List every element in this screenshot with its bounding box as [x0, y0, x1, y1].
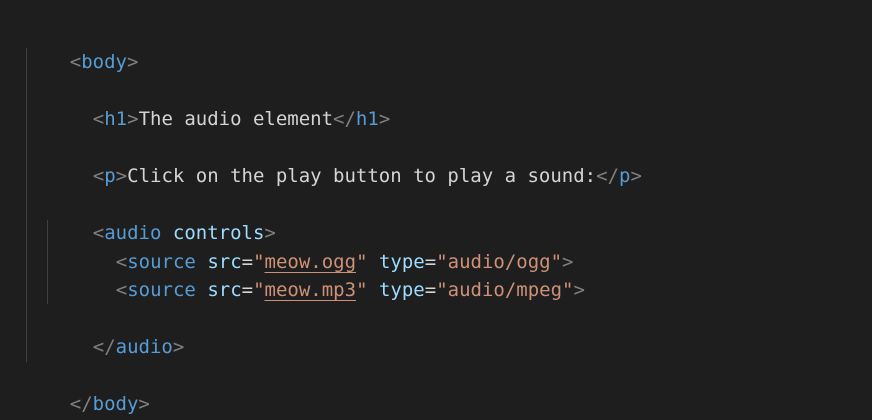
tag-name: h1: [104, 108, 128, 130]
quote: ": [356, 279, 368, 301]
attribute-name: type: [378, 279, 425, 301]
angle-bracket: <: [115, 279, 128, 301]
angle-bracket: </: [333, 108, 356, 130]
code-line-1: <body>: [24, 20, 139, 73]
angle-bracket: >: [630, 165, 642, 187]
tag-name: body: [92, 393, 139, 415]
code-line-9: <source src="meow.mp3" type="audio/mpeg"…: [70, 248, 585, 301]
code-line-3: <h1>The audio element</h1>: [47, 77, 391, 130]
equals-sign: =: [424, 279, 437, 301]
code-line-11: </audio>: [47, 305, 185, 358]
angle-bracket: </: [596, 165, 620, 187]
tag-name: body: [81, 51, 127, 73]
equals-sign: =: [241, 279, 254, 301]
quote: ": [562, 279, 574, 301]
p-text: Click on the play button to play a sound…: [127, 165, 597, 187]
h1-text: The audio element: [138, 108, 334, 130]
quote: ": [436, 279, 448, 301]
angle-bracket: </: [92, 336, 116, 358]
tag-name: audio: [115, 336, 173, 358]
code-line-5: <p>Click on the play button to play a so…: [47, 134, 642, 187]
angle-bracket: <: [69, 51, 82, 73]
angle-bracket: >: [126, 51, 139, 73]
quote: ": [253, 279, 265, 301]
src-link[interactable]: meow.mp3: [265, 279, 357, 301]
tag-name: source: [127, 279, 196, 301]
angle-bracket: >: [378, 108, 391, 130]
angle-bracket: >: [138, 393, 150, 415]
attribute-name: src: [207, 279, 242, 301]
code-line-7: <audio controls>: [47, 191, 276, 244]
angle-bracket: </: [69, 393, 93, 415]
tag-name: p: [104, 165, 116, 187]
angle-bracket: >: [115, 165, 128, 187]
angle-bracket: <: [92, 108, 105, 130]
attribute-value: audio/mpeg: [447, 279, 563, 301]
code-editor[interactable]: <body> <h1>The audio element</h1> <p>Cli…: [0, 0, 872, 420]
tag-name: p: [619, 165, 631, 187]
angle-bracket: >: [127, 108, 139, 130]
code-line-8: <source src="meow.ogg" type="audio/ogg">: [70, 220, 574, 273]
angle-bracket: <: [92, 165, 105, 187]
tag-name: h1: [355, 108, 379, 130]
code-line-13: </body>: [24, 362, 150, 415]
angle-bracket: >: [573, 279, 585, 301]
angle-bracket: >: [172, 336, 185, 358]
